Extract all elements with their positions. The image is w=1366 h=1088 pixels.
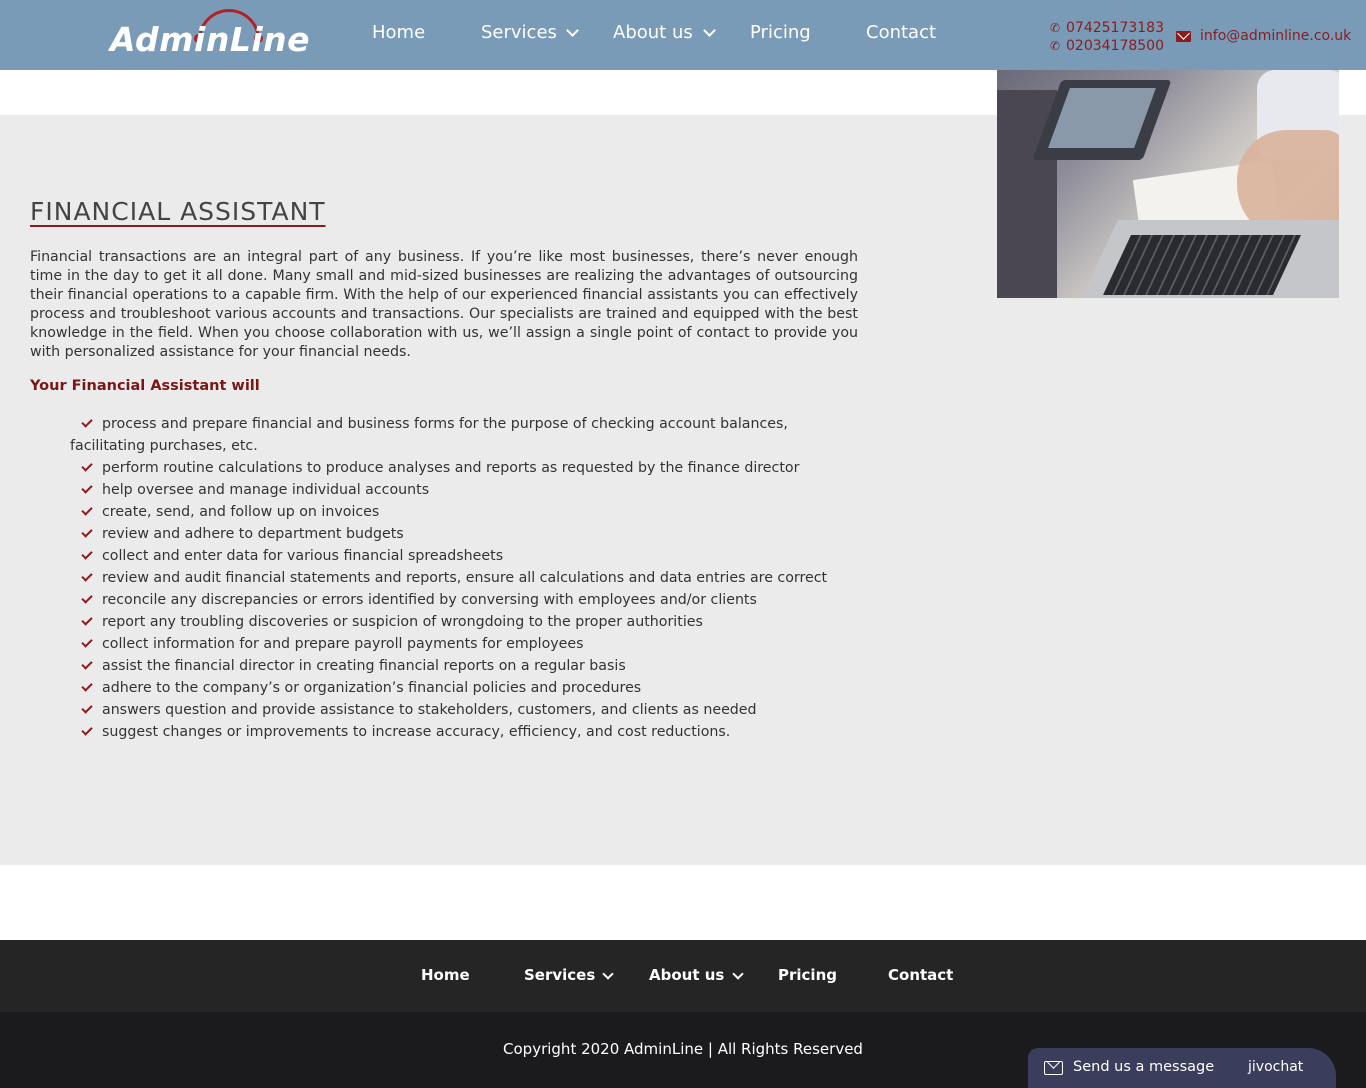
check-icon — [81, 636, 93, 648]
mail-icon — [1176, 30, 1191, 42]
site-header: AdminLine Home Services About us Pricing… — [0, 0, 1366, 70]
list-item: suggest changes or improvements to incre… — [70, 721, 860, 743]
phone-row-2[interactable]: ✆ 02034178500 — [1050, 37, 1164, 55]
footer-nav-services[interactable]: Services — [524, 966, 595, 984]
chat-widget-button[interactable]: Send us a message jivochat — [1028, 1048, 1336, 1088]
page-title: FINANCIAL ASSISTANT — [30, 197, 326, 226]
check-icon — [81, 526, 93, 538]
chevron-down-icon[interactable] — [566, 24, 579, 37]
check-icon — [81, 724, 93, 736]
duties-heading: Your Financial Assistant will — [30, 378, 260, 394]
list-item: report any troubling discoveries or susp… — [70, 611, 860, 633]
list-item: collect and enter data for various finan… — [70, 545, 860, 567]
check-icon — [81, 548, 93, 560]
check-icon — [81, 504, 93, 516]
footer-nav-pricing[interactable]: Pricing — [778, 966, 837, 984]
duty-text: assist the financial director in creatin… — [102, 658, 626, 674]
nav-home[interactable]: Home — [372, 22, 425, 43]
list-item: collect information for and prepare payr… — [70, 633, 860, 655]
office-laptop-image — [997, 70, 1339, 298]
duty-text: reconcile any discrepancies or errors id… — [102, 592, 757, 608]
phone-row-1[interactable]: ✆ 07425173183 — [1050, 19, 1164, 37]
duty-text: collect and enter data for various finan… — [102, 548, 504, 564]
phone-number-1[interactable]: 07425173183 — [1066, 19, 1164, 37]
duty-text: suggest changes or improvements to incre… — [102, 724, 731, 740]
footer-nav-about-us[interactable]: About us — [649, 966, 724, 984]
duty-text: help oversee and manage individual accou… — [102, 482, 430, 498]
check-icon — [81, 570, 93, 582]
list-item: reconcile any discrepancies or errors id… — [70, 589, 860, 611]
chat-brand: jivochat — [1248, 1059, 1304, 1075]
check-icon — [81, 680, 93, 692]
check-icon — [81, 460, 93, 472]
duty-text: perform routine calculations to produce … — [102, 460, 800, 476]
chevron-down-icon[interactable] — [602, 968, 614, 980]
list-item: create, send, and follow up on invoices — [70, 501, 860, 523]
check-icon — [81, 614, 93, 626]
check-icon — [81, 702, 93, 714]
duties-list: process and prepare financial and busine… — [70, 413, 860, 743]
duty-text: adhere to the company’s or organization’… — [102, 680, 642, 696]
list-item: review and adhere to department budgets — [70, 523, 860, 545]
list-item: help oversee and manage individual accou… — [70, 479, 860, 501]
check-icon — [81, 592, 93, 604]
duty-text: create, send, and follow up on invoices — [102, 504, 380, 520]
site-logo[interactable]: AdminLine — [110, 9, 311, 62]
duty-text: answers question and provide assistance … — [102, 702, 757, 718]
list-item: perform routine calculations to produce … — [70, 457, 860, 479]
email-link[interactable]: info@adminline.co.uk — [1176, 28, 1351, 44]
duty-text: report any troubling discoveries or susp… — [102, 614, 703, 630]
footer-nav-contact[interactable]: Contact — [888, 966, 953, 984]
chat-label: Send us a message — [1073, 1059, 1215, 1075]
chevron-down-icon[interactable] — [732, 968, 744, 980]
phone-numbers: ✆ 07425173183 ✆ 02034178500 — [1050, 19, 1164, 55]
check-icon — [81, 482, 93, 494]
list-item: assist the financial director in creatin… — [70, 655, 860, 677]
nav-contact[interactable]: Contact — [866, 22, 936, 43]
check-icon — [81, 416, 93, 428]
footer-nav-home[interactable]: Home — [421, 966, 470, 984]
phone-icon: ✆ — [1050, 39, 1061, 53]
image-keyboard — [1103, 235, 1301, 295]
list-item: answers question and provide assistance … — [70, 699, 860, 721]
list-item: process and prepare financial and busine… — [70, 413, 860, 457]
intro-paragraph: Financial transactions are an integral p… — [30, 249, 858, 360]
duty-text: review and adhere to department budgets — [102, 526, 404, 542]
list-item: review and audit financial statements an… — [70, 567, 860, 589]
nav-pricing[interactable]: Pricing — [750, 22, 811, 43]
phone-number-2[interactable]: 02034178500 — [1066, 37, 1164, 55]
email-address[interactable]: info@adminline.co.uk — [1200, 28, 1351, 44]
check-icon — [81, 658, 93, 670]
phone-icon: ✆ — [1050, 21, 1061, 35]
list-item: adhere to the company’s or organization’… — [70, 677, 860, 699]
chevron-down-icon[interactable] — [703, 24, 716, 37]
chat-icon — [1044, 1061, 1063, 1075]
duty-text: process and prepare financial and busine… — [70, 416, 788, 454]
nav-about-us[interactable]: About us — [613, 22, 693, 43]
footer-nav: Home Services About us Pricing Contact — [0, 940, 1366, 1012]
logo-text: AdminLine — [110, 20, 311, 59]
duty-text: collect information for and prepare payr… — [102, 636, 584, 652]
duty-text: review and audit financial statements an… — [102, 570, 828, 586]
nav-services[interactable]: Services — [481, 22, 557, 43]
